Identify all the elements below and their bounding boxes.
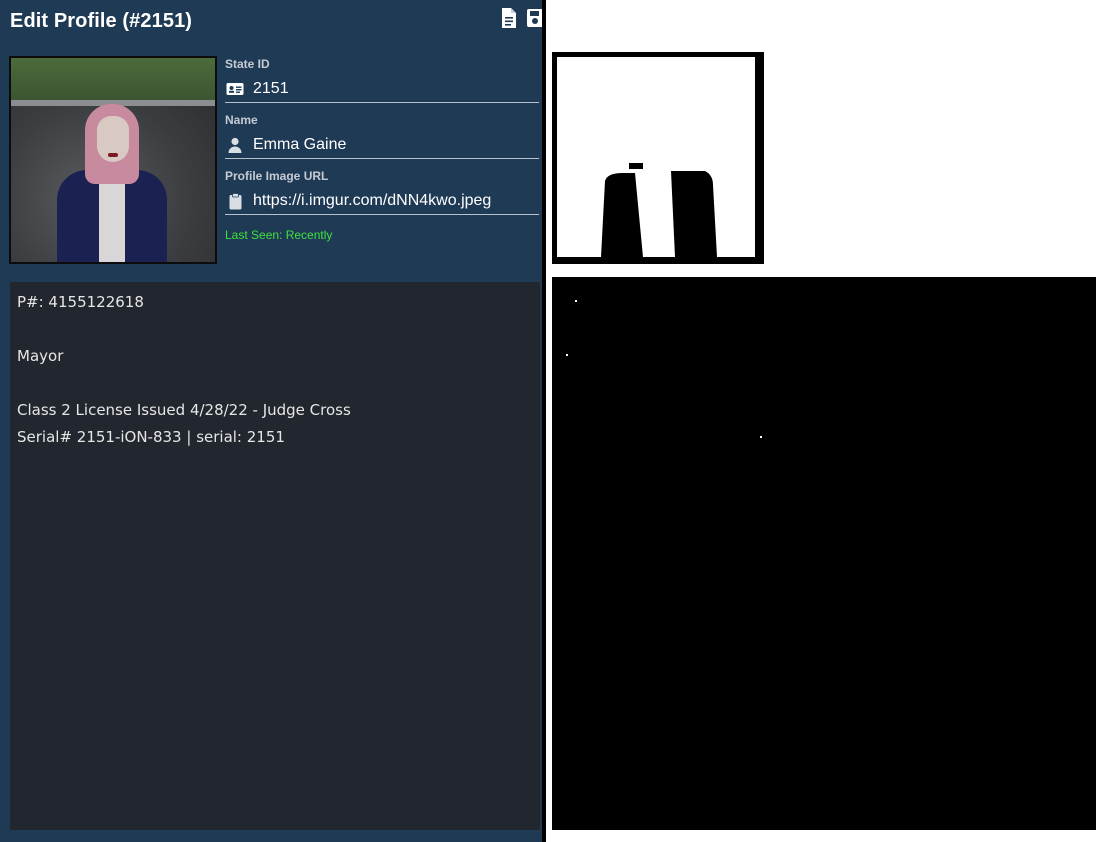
document-icon[interactable]: [500, 7, 518, 29]
panel-divider: [542, 0, 546, 842]
name-value: Emma Gaine: [253, 136, 347, 153]
clipboard-icon: [225, 191, 245, 211]
image-url-label: Profile Image URL: [225, 169, 329, 183]
id-card-icon: [225, 79, 245, 99]
save-icon[interactable]: [526, 7, 542, 29]
state-id-field: State ID 2151: [225, 54, 539, 110]
name-field: Name Emma Gaine: [225, 110, 539, 166]
last-seen-status: Last Seen: Recently: [225, 228, 333, 242]
note-line: P#: 4155122618: [17, 293, 144, 311]
name-label: Name: [225, 113, 258, 127]
state-id-input[interactable]: 2151: [225, 76, 539, 103]
state-id-value: 2151: [253, 80, 289, 97]
name-input[interactable]: Emma Gaine: [225, 132, 539, 159]
image-url-input[interactable]: https://i.imgur.com/dNN4kwo.jpeg: [225, 188, 539, 215]
profile-photo: [9, 56, 217, 264]
app-root: Edit Profile (#2151) State ID 2151 Name …: [0, 0, 1100, 842]
person-icon: [225, 135, 245, 155]
notes-textarea[interactable]: P#: 4155122618 Mayor Class 2 License Iss…: [10, 282, 540, 830]
edit-profile-panel: Edit Profile (#2151) State ID 2151 Name …: [0, 0, 542, 842]
header-actions: [500, 7, 542, 29]
profile-fields: State ID 2151 Name Emma Gaine Profile Im…: [225, 54, 539, 222]
state-id-label: State ID: [225, 57, 270, 71]
image-url-value: https://i.imgur.com/dNN4kwo.jpeg: [253, 192, 492, 209]
page-title: Edit Profile (#2151): [10, 10, 193, 32]
note-line: Serial# 2151-iON-833 | serial: 2151: [17, 428, 285, 446]
segmentation-mask-preview: [552, 52, 764, 264]
note-line: Class 2 License Issued 4/28/22 - Judge C…: [17, 401, 351, 419]
segmentation-mask-blank: [552, 277, 1096, 830]
image-url-field: Profile Image URL https://i.imgur.com/dN…: [225, 166, 539, 222]
note-line: Mayor: [17, 347, 64, 365]
